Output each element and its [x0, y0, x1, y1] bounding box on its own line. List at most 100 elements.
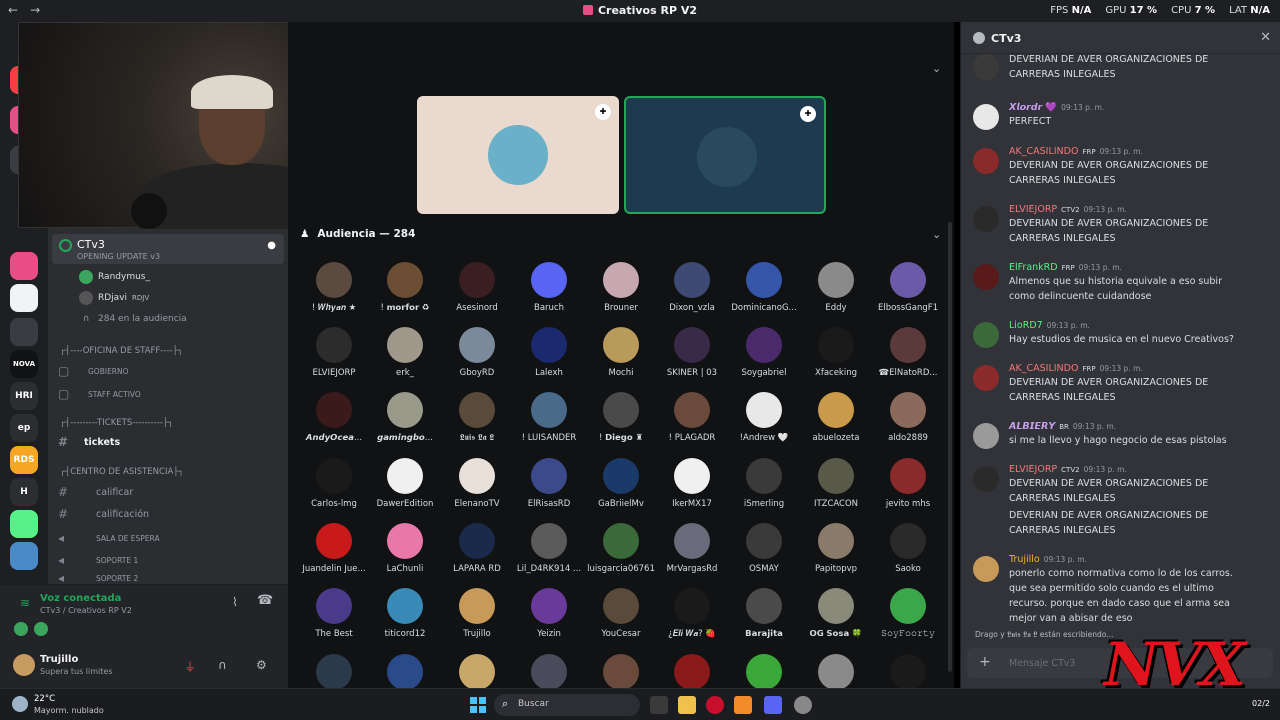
message-author[interactable]: Trujillo [1009, 554, 1040, 565]
server-icon[interactable] [10, 542, 38, 570]
audience-member[interactable]: ElenanoTV [441, 458, 513, 509]
avatar[interactable] [973, 322, 999, 348]
audience-member[interactable]: Brouner [585, 262, 657, 313]
chevron-down-icon[interactable]: ⌄ [932, 228, 941, 241]
speaker-tile-speaking[interactable]: ✚ [624, 96, 826, 214]
server-icon-nova[interactable]: NOVA [10, 350, 38, 378]
audience-member[interactable]: Yeizin [513, 588, 585, 639]
message-author[interactable]: AK_CASILINDO [1009, 146, 1078, 157]
server-icon-creativos[interactable] [10, 252, 38, 280]
audience-member[interactable]: titicord12 [369, 588, 441, 639]
audience-member[interactable]: 𝕷𝖚𝖎𝖘 𝕷𝖆 𝕷 [441, 392, 513, 443]
audience-member[interactable]: SKINER | 03 [656, 327, 728, 378]
audience-member[interactable]: ☎ElNatoRD... [872, 327, 944, 378]
voice-channel-ctv3[interactable]: CTv3 OPENING UPDATE v3 ● [52, 234, 284, 264]
channel-sala-espera[interactable]: ◂ SALA DE ESPERA [58, 529, 160, 547]
channel-gobierno[interactable]: ▢ GOBIERNO [58, 362, 129, 380]
audience-member[interactable]: LAPARA RD [441, 523, 513, 574]
close-icon[interactable]: ✕ [1260, 30, 1271, 45]
audience-member[interactable]: luisgarcia06761 [585, 523, 657, 574]
channel-calificacion[interactable]: # calificación [58, 505, 149, 523]
file-explorer-icon[interactable] [678, 696, 696, 714]
audience-member[interactable]: Trujillo [441, 588, 513, 639]
audience-member[interactable]: MrVargasRd [656, 523, 728, 574]
app-icon[interactable] [794, 696, 812, 714]
server-icon-h[interactable]: H [10, 478, 38, 506]
avatar[interactable] [973, 54, 999, 80]
avatar[interactable] [973, 148, 999, 174]
channel-soporte-1[interactable]: ◂ SOPORTE 1 [58, 551, 138, 569]
audience-member[interactable]: IkerMX17 [656, 458, 728, 509]
voice-location[interactable]: CTv3 / Creativos RP V2 [40, 606, 132, 615]
disconnect-icon[interactable]: ☎ [257, 593, 273, 608]
audience-member[interactable]: !Andrew 🤍 [728, 392, 800, 443]
audience-member[interactable]: ! 𝗺𝗼𝗿𝗳𝗼𝗿 ♻ [369, 262, 441, 313]
avatar[interactable] [973, 206, 999, 232]
avatar[interactable] [973, 423, 999, 449]
server-icon[interactable] [10, 510, 38, 538]
audience-count[interactable]: ∩ 284 en la audiencia [79, 311, 187, 327]
activity-icon[interactable] [34, 622, 48, 636]
audience-member[interactable]: DawerEdition [369, 458, 441, 509]
avatar[interactable] [973, 365, 999, 391]
chevron-down-icon[interactable]: ⌄ [932, 62, 941, 75]
opera-icon[interactable] [706, 696, 724, 714]
audience-member[interactable]: 𝙜𝙖𝙢𝙞𝙣𝙜𝙗𝙤... [369, 392, 441, 443]
audience-member[interactable]: Eddy [800, 262, 872, 313]
audience-member[interactable]: 𝘼𝙣𝙙𝙮𝙊𝙘𝙚𝙖... [298, 392, 370, 443]
channel-soporte-2[interactable]: ◂ SOPORTE 2 [58, 573, 138, 583]
scrollbar[interactable] [948, 222, 952, 672]
mute-icon[interactable]: ⏚ [184, 658, 196, 675]
server-icon-hri[interactable]: HRI [10, 382, 38, 410]
audience-member[interactable]: Dixon_vzla [656, 262, 728, 313]
audience-member[interactable]: ! 𝑾𝒉𝒚𝒂𝒏 ★ [298, 262, 370, 313]
avatar[interactable] [973, 104, 999, 130]
audience-member[interactable]: The Best [298, 588, 370, 639]
app-icon[interactable] [734, 696, 752, 714]
audience-member[interactable]: 𝗢𝗚 𝗦𝗼𝘀𝗮 🍀 [800, 588, 872, 639]
audience-member[interactable]: Lil_D4RK914 ... [513, 523, 585, 574]
server-icon[interactable] [10, 318, 38, 346]
speaker-tile[interactable]: ✚ [417, 96, 619, 214]
settings-gear-icon[interactable]: ⚙ [256, 658, 267, 672]
avatar[interactable] [973, 466, 999, 492]
audience-member[interactable]: Juandelin Jue... [298, 523, 370, 574]
chat-bubble-icon[interactable]: ● [267, 240, 276, 251]
avatar[interactable] [973, 264, 999, 290]
message-author[interactable]: ELVIEJORP [1009, 464, 1057, 475]
message-author[interactable]: LioRD7 [1009, 320, 1043, 331]
headphones-icon[interactable]: ∩ [218, 658, 227, 672]
audience-member[interactable]: 𝗕𝗮𝗿𝗮𝗷𝗶𝘁𝗮 [728, 588, 800, 639]
audience-member[interactable]: aldo2889 [872, 392, 944, 443]
category-tickets[interactable]: ┌┤---------TICKETS----------├┐ [60, 418, 173, 428]
audience-member[interactable]: ELVIEJORP [298, 327, 370, 378]
category-support[interactable]: ┌┤CENTRO DE ASISTENCIA├┐ [60, 467, 184, 477]
channel-staff-activo[interactable]: ▢ STAFF ACTIVO [58, 385, 141, 403]
audience-member[interactable]: ElRisasRD [513, 458, 585, 509]
message-author[interactable]: ElFrankRD [1009, 262, 1058, 273]
audience-member[interactable]: Saoko [872, 523, 944, 574]
message-author[interactable]: 𝙓𝙡𝙤𝙧𝙙𝙧 💜 [1009, 102, 1057, 113]
audience-member[interactable]: ! PLAGADR [656, 392, 728, 443]
user-avatar[interactable] [13, 654, 35, 676]
audience-member[interactable]: iSmerling [728, 458, 800, 509]
audience-member[interactable]: GboyRD [441, 327, 513, 378]
attach-plus-icon[interactable]: + [979, 654, 991, 670]
server-icon-rds[interactable]: RDS [10, 446, 38, 474]
server-icon-ep[interactable]: ep [10, 414, 38, 442]
audience-member[interactable]: DominicanoG... [728, 262, 800, 313]
audience-member[interactable]: 𝚂𝚘𝚢𝙵𝚘𝚘𝚛𝚝𝚢 [872, 588, 944, 639]
audience-member[interactable]: jevito mhs [872, 458, 944, 509]
audience-member[interactable]: YouCesar [585, 588, 657, 639]
audience-member[interactable]: Asesinord [441, 262, 513, 313]
audience-member[interactable]: ¿𝑬𝒍𝒊 𝑾𝒂? 🍓 [656, 588, 728, 639]
voice-user[interactable]: Randymus_ [79, 269, 150, 285]
audience-member[interactable]: Lalexh [513, 327, 585, 378]
taskbar-search[interactable]: ⌕ Buscar [494, 694, 640, 716]
avatar[interactable] [973, 556, 999, 582]
channel-calificar[interactable]: # calificar [58, 483, 133, 501]
audience-member[interactable]: Soygabriel [728, 327, 800, 378]
audience-member[interactable]: ElbossGangF1 [872, 262, 944, 313]
audience-member[interactable]: ! LUISANDER [513, 392, 585, 443]
audience-member[interactable]: Carlos-lmg [298, 458, 370, 509]
